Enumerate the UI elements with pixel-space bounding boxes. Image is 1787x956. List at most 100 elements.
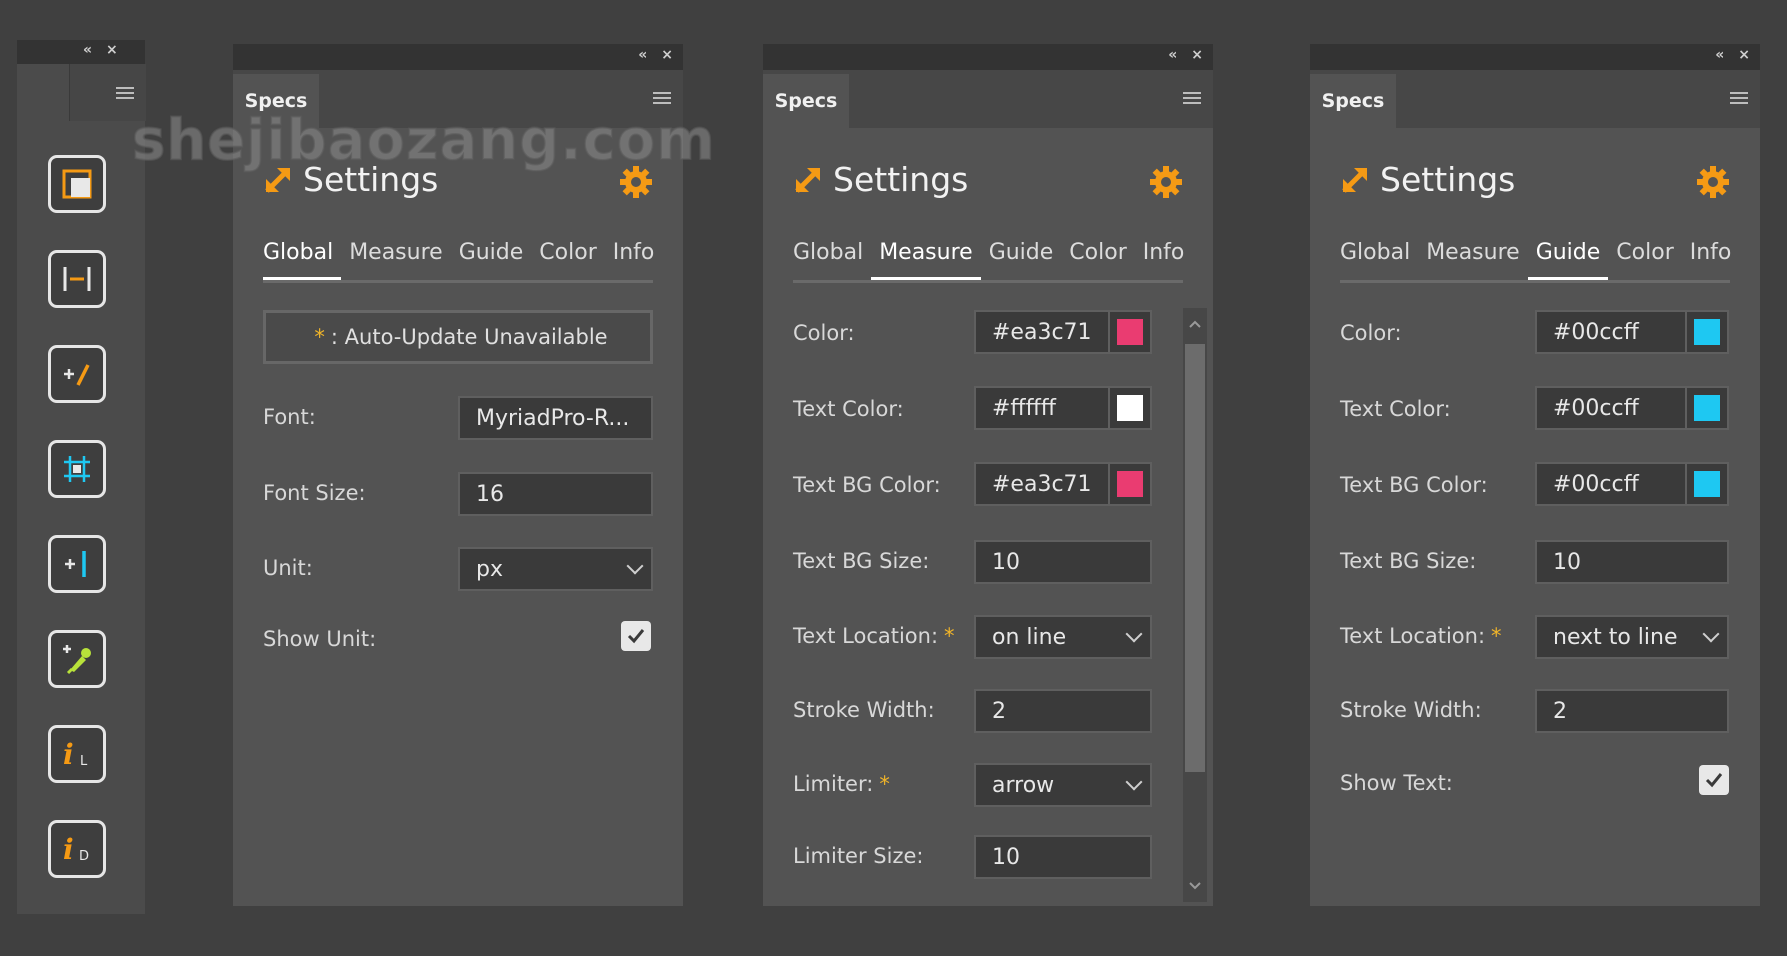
panel-menu-icon[interactable] (653, 92, 671, 104)
text-bg-color-field[interactable]: #ea3c71 (974, 462, 1152, 506)
stroke-width-field[interactable]: 2 (974, 689, 1152, 733)
notice-text: : Auto-Update Unavailable (330, 325, 608, 349)
text-color-swatch[interactable] (1694, 395, 1720, 421)
add-guide-tool-button[interactable] (48, 535, 106, 593)
close-icon[interactable]: × (661, 47, 673, 63)
color-picker-tool-button[interactable] (48, 630, 106, 688)
settings-tabs: Global Measure Guide Color Info (1340, 240, 1731, 283)
text-bg-size-field[interactable]: 10 (1535, 540, 1729, 584)
tab-global[interactable]: Global (1340, 240, 1418, 280)
font-value: MyriadPro-R... (476, 405, 630, 431)
tab-guide[interactable]: Guide (981, 240, 1062, 280)
font-size-value: 16 (476, 481, 504, 507)
color-field[interactable]: #ea3c71 (974, 310, 1152, 354)
info-doc-tool-icon: iD (63, 833, 89, 866)
color-label: Color: (1340, 321, 1402, 345)
text-location-select[interactable]: next to line (1535, 615, 1729, 659)
tab-info[interactable]: Info (1682, 240, 1740, 280)
text-color-field[interactable]: #ffffff (974, 386, 1152, 430)
text-bg-color-swatch[interactable] (1694, 471, 1720, 497)
artboard-tool-icon (62, 169, 92, 199)
toolstrip-header: « × (17, 40, 145, 64)
tab-color[interactable]: Color (531, 240, 604, 280)
close-icon[interactable]: × (1738, 47, 1750, 63)
tab-color[interactable]: Color (1061, 240, 1134, 280)
limiter-select[interactable]: arrow (974, 763, 1152, 807)
tab-guide[interactable]: Guide (1527, 240, 1609, 280)
menu-icon[interactable] (116, 87, 134, 99)
text-bg-color-swatch-box (1110, 462, 1152, 506)
scrollbar[interactable] (1183, 308, 1207, 902)
color-swatch[interactable] (1694, 319, 1720, 345)
add-measure-tool-button[interactable] (48, 345, 106, 403)
tab-measure[interactable]: Measure (1418, 240, 1528, 280)
text-bg-color-hex[interactable]: #ea3c71 (974, 462, 1110, 506)
scroll-up-icon[interactable] (1189, 320, 1201, 328)
tab-measure[interactable]: Measure (341, 240, 451, 280)
stroke-width-field[interactable]: 2 (1535, 689, 1729, 733)
tab-info[interactable]: Info (605, 240, 663, 280)
panel-menu-icon[interactable] (1183, 92, 1201, 104)
chevron-down-icon (1702, 625, 1720, 643)
color-swatch-box (1687, 310, 1729, 354)
text-bg-color-swatch[interactable] (1117, 471, 1143, 497)
collapse-icon[interactable]: « (83, 42, 92, 58)
show-text-label: Show Text: (1340, 771, 1453, 795)
collapse-icon[interactable]: « (1715, 47, 1724, 63)
text-color-label: Text Color: (793, 397, 904, 421)
tab-specs[interactable]: Specs (763, 74, 849, 128)
text-location-value: on line (992, 624, 1067, 650)
show-text-checkbox[interactable] (1699, 765, 1729, 795)
color-hex[interactable]: #ea3c71 (974, 310, 1110, 354)
measure-width-tool-button[interactable] (48, 250, 106, 308)
scrollbar-thumb[interactable] (1185, 344, 1205, 772)
gear-icon[interactable] (1696, 165, 1730, 199)
color-label: Color: (793, 321, 855, 345)
text-color-hex[interactable]: #ffffff (974, 386, 1110, 430)
expand-arrow-icon (795, 167, 820, 193)
text-color-field[interactable]: #00ccff (1535, 386, 1729, 430)
svg-text:i: i (63, 833, 74, 866)
tab-global[interactable]: Global (793, 240, 871, 280)
tab-measure[interactable]: Measure (871, 240, 981, 280)
show-unit-checkbox[interactable] (621, 621, 651, 651)
collapse-icon[interactable]: « (638, 47, 647, 63)
text-location-label-text: Text Location: (1340, 624, 1486, 648)
text-bg-color-hex[interactable]: #00ccff (1535, 462, 1687, 506)
panel-tabbar: Specs (1310, 70, 1760, 128)
settings-title: Settings (1380, 160, 1516, 199)
text-location-label: Text Location: * (793, 624, 955, 648)
panel-header: « × (763, 44, 1213, 70)
color-hex[interactable]: #00ccff (1535, 310, 1687, 354)
text-location-select[interactable]: on line (974, 615, 1152, 659)
text-color-hex[interactable]: #00ccff (1535, 386, 1687, 430)
info-doc-tool-button[interactable]: iD (48, 820, 106, 878)
artboard-tool-button[interactable] (48, 155, 106, 213)
text-location-label-text: Text Location: (793, 624, 939, 648)
measure-selection-tool-button[interactable] (48, 440, 106, 498)
info-layer-tool-button[interactable]: iL (48, 725, 106, 783)
limiter-size-field[interactable]: 10 (974, 835, 1152, 879)
tab-guide[interactable]: Guide (451, 240, 532, 280)
font-size-field[interactable]: 16 (458, 472, 653, 516)
text-color-swatch[interactable] (1117, 395, 1143, 421)
stroke-width-value: 2 (992, 698, 1006, 724)
tab-info[interactable]: Info (1135, 240, 1193, 280)
collapse-icon[interactable]: « (1168, 47, 1177, 63)
close-icon[interactable]: × (1191, 47, 1203, 63)
color-swatch[interactable] (1117, 319, 1143, 345)
info-layer-tool-icon: iL (63, 738, 88, 771)
unit-select[interactable]: px (458, 547, 653, 591)
tab-specs[interactable]: Specs (1310, 74, 1396, 128)
unit-label: Unit: (263, 556, 313, 580)
panel-menu-icon[interactable] (1730, 92, 1748, 104)
tab-color[interactable]: Color (1608, 240, 1681, 280)
gear-icon[interactable] (1149, 165, 1183, 199)
font-field[interactable]: MyriadPro-R... (458, 396, 653, 440)
text-bg-size-field[interactable]: 10 (974, 540, 1152, 584)
close-icon[interactable]: × (106, 42, 118, 58)
tab-global[interactable]: Global (263, 240, 342, 280)
scroll-down-icon[interactable] (1189, 882, 1201, 890)
text-bg-color-field[interactable]: #00ccff (1535, 462, 1729, 506)
color-field[interactable]: #00ccff (1535, 310, 1729, 354)
